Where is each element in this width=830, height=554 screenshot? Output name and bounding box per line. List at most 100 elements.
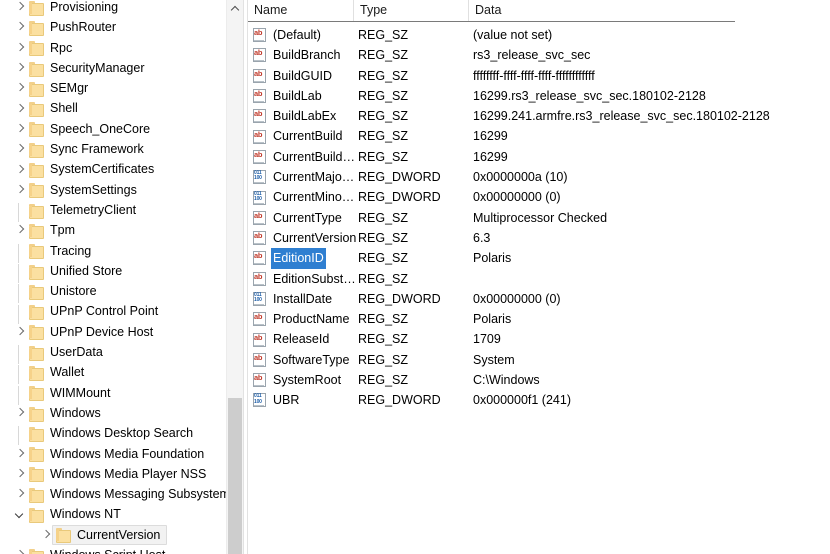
chevron-right-icon[interactable] — [12, 466, 28, 482]
value-name-label: UBR — [271, 390, 301, 410]
registry-key-tree[interactable]: ProvisioningPushRouterRpcSecurityManager… — [0, 0, 243, 554]
chevron-down-icon[interactable] — [12, 507, 28, 523]
value-name-cell[interactable]: abBuildLabEx — [252, 106, 360, 126]
tree-item-provisioning[interactable]: Provisioning — [0, 0, 243, 17]
value-name-cell[interactable]: abBuildGUID — [252, 66, 360, 86]
value-row[interactable]: abBuildLabREG_SZ16299.rs3_release_svc_se… — [248, 86, 830, 106]
chevron-right-icon[interactable] — [12, 547, 28, 554]
value-row[interactable]: abCurrentVersionREG_SZ6.3 — [248, 228, 830, 248]
tree-item-windows-messaging-subsystem[interactable]: Windows Messaging Subsystem — [0, 484, 243, 504]
value-name-cell[interactable]: ab(Default) — [252, 25, 360, 45]
value-name-cell[interactable]: abProductName — [252, 309, 360, 329]
chevron-right-icon[interactable] — [12, 0, 28, 15]
tree-item-telemetryclient[interactable]: TelemetryClient — [0, 200, 243, 220]
chevron-right-icon[interactable] — [12, 324, 28, 340]
tree-item-speech-onecore[interactable]: Speech_OneCore — [0, 119, 243, 139]
tree-item-content: Windows Messaging Subsystem — [28, 484, 230, 504]
chevron-right-icon[interactable] — [12, 19, 28, 35]
value-name-cell[interactable]: 011100InstallDate — [252, 289, 360, 309]
value-row[interactable]: abSoftwareTypeREG_SZSystem — [248, 350, 830, 370]
tree-item-windows-media-foundation[interactable]: Windows Media Foundation — [0, 444, 243, 464]
chevron-right-icon[interactable] — [12, 446, 28, 462]
value-name-cell[interactable]: 011100CurrentMinorVer... — [252, 187, 360, 207]
tree-item-sync-framework[interactable]: Sync Framework — [0, 139, 243, 159]
value-row[interactable]: abCurrentTypeREG_SZMultiprocessor Checke… — [248, 208, 830, 228]
tree-item-upnp-control-point[interactable]: UPnP Control Point — [0, 301, 243, 321]
value-row[interactable]: abCurrentBuildREG_SZ16299 — [248, 126, 830, 146]
value-name-cell[interactable]: abCurrentVersion — [252, 228, 360, 248]
value-row[interactable]: 011100CurrentMinorVer...REG_DWORD0x00000… — [248, 187, 830, 207]
chevron-right-icon[interactable] — [12, 486, 28, 502]
chevron-right-icon[interactable] — [12, 101, 28, 117]
tree-item-wallet[interactable]: Wallet — [0, 362, 243, 382]
value-row[interactable]: abEditionSubstringREG_SZ — [248, 269, 830, 289]
tree-item-upnp-device-host[interactable]: UPnP Device Host — [0, 322, 243, 342]
value-row[interactable]: 011100UBRREG_DWORD0x000000f1 (241) — [248, 390, 830, 410]
chevron-right-icon[interactable] — [12, 121, 28, 137]
value-name-cell[interactable]: abReleaseId — [252, 329, 360, 349]
value-row[interactable]: abProductNameREG_SZPolaris — [248, 309, 830, 329]
tree-item-pushrouter[interactable]: PushRouter — [0, 17, 243, 37]
scroll-up-arrow-icon[interactable] — [227, 0, 243, 17]
value-name-cell[interactable]: abEditionID — [252, 248, 360, 268]
scrollbar-thumb[interactable] — [228, 398, 242, 554]
tree-item-securitymanager[interactable]: SecurityManager — [0, 58, 243, 78]
column-header-type[interactable]: Type — [353, 0, 468, 21]
value-name-cell[interactable]: 011100CurrentMajorVer... — [252, 167, 360, 187]
tree-item-systemsettings[interactable]: SystemSettings — [0, 180, 243, 200]
column-header-name[interactable]: Name — [248, 0, 353, 21]
value-row[interactable]: abCurrentBuildNu...REG_SZ16299 — [248, 147, 830, 167]
value-name-cell[interactable]: 011100UBR — [252, 390, 360, 410]
chevron-right-icon[interactable] — [12, 40, 28, 56]
value-row[interactable]: 011100InstallDateREG_DWORD0x00000000 (0) — [248, 289, 830, 309]
chevron-right-icon[interactable] — [38, 527, 54, 543]
tree-item-content: Unistore — [28, 281, 97, 301]
tree-vertical-scrollbar[interactable] — [226, 0, 243, 554]
tree-item-semgr[interactable]: SEMgr — [0, 78, 243, 98]
chevron-right-icon[interactable] — [12, 222, 28, 238]
chevron-right-icon[interactable] — [12, 60, 28, 76]
tree-item-windows-script-host[interactable]: Windows Script Host — [0, 545, 243, 554]
tree-item-wimmount[interactable]: WIMMount — [0, 383, 243, 403]
value-row[interactable]: abEditionIDREG_SZPolaris — [248, 248, 830, 268]
chevron-right-icon[interactable] — [12, 182, 28, 198]
value-row[interactable]: abSystemRootREG_SZC:\Windows — [248, 370, 830, 390]
tree-item-windows-desktop-search[interactable]: Windows Desktop Search — [0, 423, 243, 443]
chevron-right-icon[interactable] — [12, 141, 28, 157]
tree-item-unified-store[interactable]: Unified Store — [0, 261, 243, 281]
tree-item-windows[interactable]: Windows — [0, 403, 243, 423]
value-name-cell[interactable]: abCurrentBuild — [252, 126, 360, 146]
value-name-cell[interactable]: abBuildLab — [252, 86, 360, 106]
value-name-label: BuildLabEx — [271, 106, 338, 126]
value-name-cell[interactable]: abEditionSubstring — [252, 269, 360, 289]
registry-value-list[interactable]: Name Type Data ab(Default)REG_SZ(value n… — [248, 0, 830, 554]
tree-item-unistore[interactable]: Unistore — [0, 281, 243, 301]
tree-item-windows-media-player-nss[interactable]: Windows Media Player NSS — [0, 464, 243, 484]
tree-line-icon — [12, 202, 28, 218]
tree-item-shell[interactable]: Shell — [0, 98, 243, 118]
chevron-right-icon[interactable] — [12, 162, 28, 178]
value-type-label: REG_SZ — [358, 228, 408, 248]
value-name-cell[interactable]: abBuildBranch — [252, 45, 360, 65]
value-row[interactable]: abBuildBranchREG_SZrs3_release_svc_sec — [248, 45, 830, 65]
value-row[interactable]: ab(Default)REG_SZ(value not set) — [248, 25, 830, 45]
value-row[interactable]: abBuildLabExREG_SZ16299.241.armfre.rs3_r… — [248, 106, 830, 126]
tree-item-windows-nt[interactable]: Windows NT — [0, 504, 243, 524]
tree-item-tpm[interactable]: Tpm — [0, 220, 243, 240]
value-name-cell[interactable]: abCurrentBuildNu... — [252, 147, 360, 167]
chevron-right-icon[interactable] — [12, 80, 28, 96]
tree-item-userdata[interactable]: UserData — [0, 342, 243, 362]
value-row[interactable]: abBuildGUIDREG_SZffffffff-ffff-ffff-ffff… — [248, 66, 830, 86]
tree-item-systemcertificates[interactable]: SystemCertificates — [0, 159, 243, 179]
value-name-cell[interactable]: abSystemRoot — [252, 370, 360, 390]
tree-item-label: Windows Messaging Subsystem — [49, 484, 230, 504]
tree-item-tracing[interactable]: Tracing — [0, 241, 243, 261]
value-name-cell[interactable]: abCurrentType — [252, 208, 360, 228]
value-row[interactable]: 011100CurrentMajorVer...REG_DWORD0x00000… — [248, 167, 830, 187]
value-row[interactable]: abReleaseIdREG_SZ1709 — [248, 329, 830, 349]
tree-item-currentversion[interactable]: CurrentVersion — [0, 525, 243, 545]
tree-item-rpc[interactable]: Rpc — [0, 38, 243, 58]
chevron-right-icon[interactable] — [12, 405, 28, 421]
value-name-cell[interactable]: abSoftwareType — [252, 350, 360, 370]
column-header-data[interactable]: Data — [468, 0, 735, 21]
